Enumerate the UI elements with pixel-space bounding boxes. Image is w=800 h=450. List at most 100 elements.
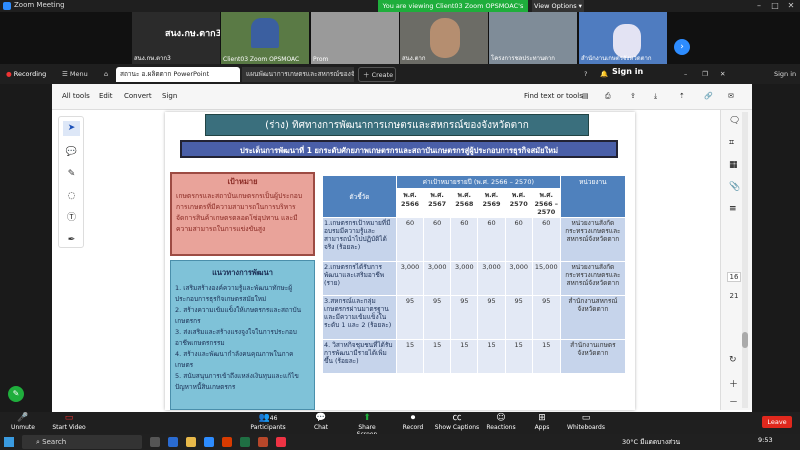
chat-button[interactable]: 💬 Chat	[308, 412, 334, 434]
tab-development-plan[interactable]: แผนพัฒนาการเกษตรและสหกรณ์ของจังหวัดตาก	[242, 67, 354, 82]
sign-in-button[interactable]: Sign in	[612, 67, 643, 76]
create-button[interactable]: ＋ Create	[358, 67, 396, 82]
participant-label: Client03 Zoom OPSMOAC	[223, 56, 300, 63]
powerpoint-icon[interactable]	[258, 437, 268, 447]
share-screen-button[interactable]: ⬆Share Screen	[348, 412, 386, 438]
reactions-button[interactable]: ☺ Reactions	[484, 412, 518, 434]
participants-count: 46	[269, 415, 278, 422]
whiteboards-label: Whiteboards	[567, 424, 605, 431]
comments-panel-icon[interactable]: 🗨	[729, 116, 740, 126]
find-text-button[interactable]: Find text or tools	[524, 92, 583, 100]
table-cell: 3,000	[395, 261, 425, 296]
zoom-in-icon[interactable]: ＋	[729, 377, 738, 390]
layers-icon[interactable]: ≡	[729, 204, 737, 214]
home-icon[interactable]: ⌂	[100, 67, 114, 82]
lasso-icon[interactable]: ◌	[63, 189, 80, 204]
view-icon[interactable]: ▤	[582, 92, 589, 100]
weather-widget[interactable]: 30°C มีแดดบางส่วน	[622, 437, 680, 447]
zoom-taskbar-icon[interactable]	[204, 437, 214, 447]
table-cell: 15,000	[531, 261, 561, 296]
table-cell: 15	[423, 339, 452, 374]
participant-figure	[430, 18, 460, 58]
table-cell: 60	[423, 217, 452, 262]
scrollbar-thumb[interactable]	[742, 332, 748, 348]
bookmark-icon[interactable]: ⌗	[729, 138, 734, 148]
table-cell: 3,000	[477, 261, 506, 296]
close-icon[interactable]: ✕	[784, 0, 798, 12]
table-cell: 60	[477, 217, 506, 262]
attachment-icon[interactable]: 📎	[729, 182, 740, 192]
participant-tile[interactable]: Prom	[311, 12, 399, 64]
maximize-icon[interactable]: □	[768, 0, 782, 12]
link-icon[interactable]: 🔗	[704, 92, 713, 100]
chat-label: Chat	[313, 424, 329, 431]
text-select-icon[interactable]: Ⓣ	[63, 211, 80, 226]
menu-edit[interactable]: Edit	[99, 92, 113, 100]
table-cell-indicator: 2.เกษตรกรได้รับการพัฒนาและเสริมอาชีพ (รา…	[322, 261, 397, 296]
office-icon[interactable]	[222, 437, 232, 447]
indicator-table: ตัวชี้วัด ค่าเป้าหมายรายปี (พ.ศ. 2566 – …	[322, 175, 627, 374]
menu-all-tools[interactable]: All tools	[62, 92, 90, 100]
restore-icon[interactable]: ❐	[698, 67, 712, 82]
help-icon[interactable]: ?	[580, 67, 594, 82]
table-cell-agency: สำนักงานเกษตรจังหวัดตาก	[559, 339, 627, 374]
participant-tile[interactable]: สนง.กษ.ตาก3 สนง.กษ.ตาก3	[132, 12, 220, 64]
start-video-button[interactable]: ▭ Start Video	[46, 412, 92, 434]
stamp-icon[interactable]: ✒	[63, 233, 80, 248]
menu-convert[interactable]: Convert	[124, 92, 152, 100]
page-number[interactable]: 16	[727, 272, 741, 282]
refresh-icon[interactable]: ↻	[729, 355, 737, 365]
close-icon[interactable]: ✕	[716, 67, 730, 82]
menu-button[interactable]: ☰ Menu	[58, 67, 98, 82]
excel-icon[interactable]	[240, 437, 250, 447]
leave-button[interactable]: Leave	[762, 416, 792, 428]
start-video-label: Start Video	[52, 424, 86, 431]
menu-sign[interactable]: Sign	[162, 92, 177, 100]
slide-page: (ร่าง) ทิศทางการพัฒนาการเกษตรและสหกรณ์ขอ…	[165, 112, 635, 410]
participant-label: โครงการชลประทานตาก	[491, 55, 555, 62]
record-button[interactable]: ⏺ Record	[400, 412, 426, 434]
view-options-button[interactable]: View Options ▾	[532, 0, 584, 12]
participant-label: สนง.กษ.ตาก3	[134, 55, 171, 62]
download-icon[interactable]: ⤓	[654, 92, 657, 101]
notification-icon[interactable]: 🔔	[596, 67, 610, 82]
whiteboards-button[interactable]: ▭ Whiteboards	[566, 412, 606, 434]
share-icon[interactable]: ⇡	[679, 92, 685, 100]
edge-icon[interactable]	[168, 437, 178, 447]
recording-indicator: ● Recording	[2, 67, 54, 82]
gallery-next-icon[interactable]: ›	[674, 39, 690, 55]
mail-icon[interactable]: ✉	[728, 92, 734, 100]
taskbar-search[interactable]: ⌕ Search	[22, 435, 142, 449]
comment-icon[interactable]: 💬	[63, 145, 80, 160]
minimize-icon[interactable]: –	[680, 67, 694, 82]
participant-tile[interactable]: โครงการชลประทานตาก	[489, 12, 577, 64]
pages-icon[interactable]: ▦	[729, 160, 738, 170]
windows-start-icon[interactable]	[4, 437, 14, 447]
zoom-sign-in[interactable]: Sign in	[770, 67, 798, 82]
minimize-icon[interactable]: –	[752, 0, 766, 12]
apps-icon: ⊞	[538, 413, 546, 423]
video-gallery: สนง.กษ.ตาก3 สนง.กษ.ตาก3 Client03 Zoom OP…	[0, 12, 800, 64]
scrollbar[interactable]	[742, 112, 748, 408]
participant-tile[interactable]: สำนักงานเกษตรจังหวัดตาก	[579, 12, 667, 64]
taskbar-clock[interactable]: 9:53	[758, 436, 773, 444]
participant-tile[interactable]: Client03 Zoom OPSMOAC	[221, 12, 309, 64]
file-explorer-icon[interactable]	[186, 437, 196, 447]
recording-label: Recording	[13, 70, 47, 78]
participants-button[interactable]: 👥46 Participants	[248, 412, 288, 434]
print-icon[interactable]: ⎙	[605, 92, 611, 101]
task-view-icon[interactable]	[150, 437, 160, 447]
meeting-toolbar: 🎤 Unmute ▭ Start Video 👥46 Participants 💬 Ch…	[0, 412, 800, 438]
tab-powerpoint[interactable]: สถานะ อ.ผลิตตาก PowerPoint	[116, 67, 240, 82]
participant-tile[interactable]: สนง.ตาก	[400, 12, 488, 64]
pencil-annotate-icon[interactable]: ✎	[8, 386, 24, 402]
acrobat-icon[interactable]	[276, 437, 286, 447]
pen-icon[interactable]: ✎	[63, 167, 80, 182]
apps-button[interactable]: ⊞ Apps	[530, 412, 554, 434]
captions-button[interactable]: ㏄ Show Captions	[434, 412, 480, 434]
zoom-out-icon[interactable]: －	[729, 395, 738, 408]
select-cursor-icon[interactable]: ➤	[63, 121, 80, 136]
windows-taskbar: ⌕ Search 30°C มีแดดบางส่วน 9:53	[0, 434, 800, 450]
upload-icon[interactable]: ⇪	[630, 92, 636, 100]
unmute-button[interactable]: 🎤 Unmute	[4, 412, 42, 434]
